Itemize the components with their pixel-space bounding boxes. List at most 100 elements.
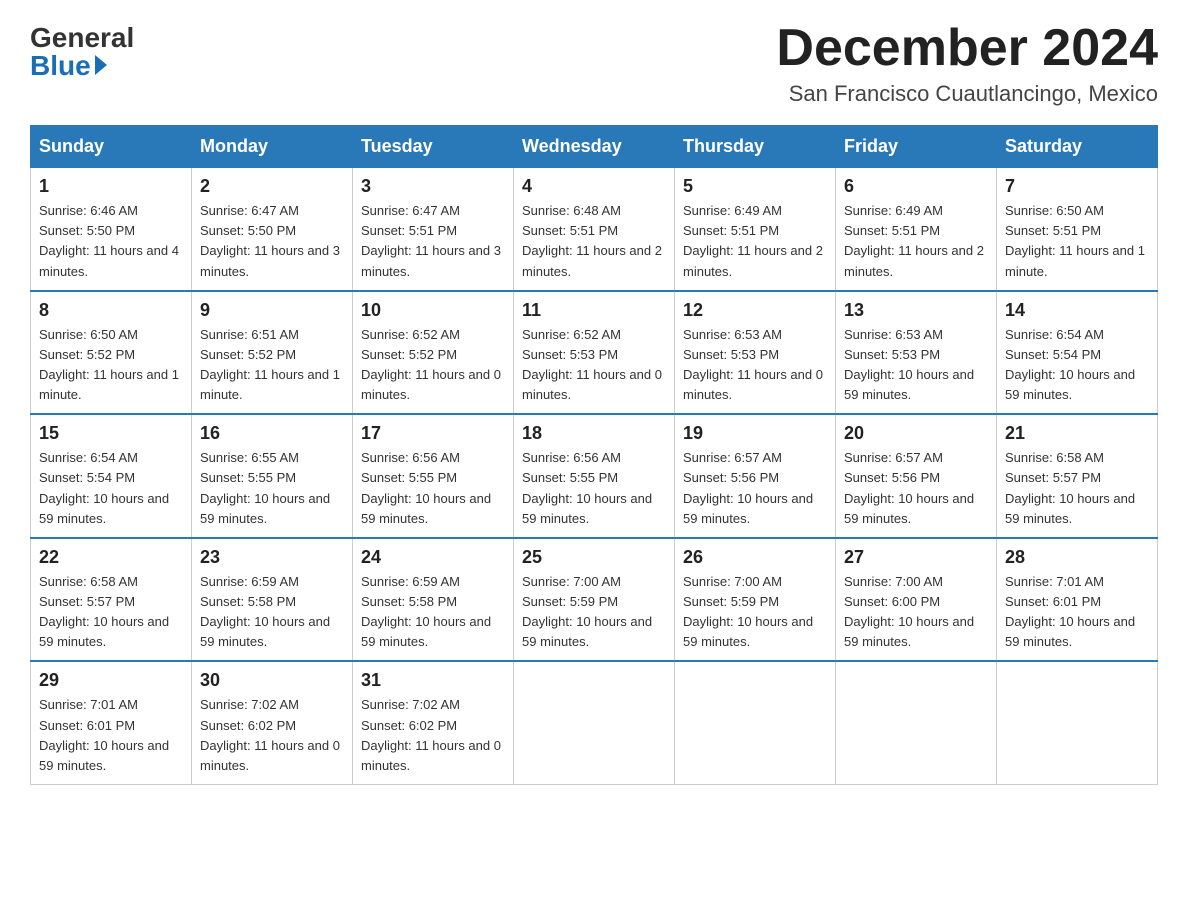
day-number: 21 bbox=[1005, 423, 1149, 444]
calendar-header-row: SundayMondayTuesdayWednesdayThursdayFrid… bbox=[31, 126, 1158, 168]
calendar-cell: 8 Sunrise: 6:50 AMSunset: 5:52 PMDayligh… bbox=[31, 291, 192, 415]
day-number: 3 bbox=[361, 176, 505, 197]
day-number: 31 bbox=[361, 670, 505, 691]
calendar-cell: 23 Sunrise: 6:59 AMSunset: 5:58 PMDaylig… bbox=[192, 538, 353, 662]
day-detail: Sunrise: 6:47 AMSunset: 5:51 PMDaylight:… bbox=[361, 201, 505, 282]
day-number: 14 bbox=[1005, 300, 1149, 321]
day-detail: Sunrise: 6:59 AMSunset: 5:58 PMDaylight:… bbox=[361, 572, 505, 653]
calendar-cell: 17 Sunrise: 6:56 AMSunset: 5:55 PMDaylig… bbox=[353, 414, 514, 538]
location-subtitle: San Francisco Cuautlancingo, Mexico bbox=[776, 81, 1158, 107]
day-number: 29 bbox=[39, 670, 183, 691]
day-number: 24 bbox=[361, 547, 505, 568]
day-number: 11 bbox=[522, 300, 666, 321]
day-number: 17 bbox=[361, 423, 505, 444]
calendar-cell: 5 Sunrise: 6:49 AMSunset: 5:51 PMDayligh… bbox=[675, 168, 836, 291]
day-number: 25 bbox=[522, 547, 666, 568]
calendar-table: SundayMondayTuesdayWednesdayThursdayFrid… bbox=[30, 125, 1158, 785]
calendar-cell: 9 Sunrise: 6:51 AMSunset: 5:52 PMDayligh… bbox=[192, 291, 353, 415]
day-number: 6 bbox=[844, 176, 988, 197]
logo-arrow-icon bbox=[95, 55, 107, 75]
calendar-cell: 12 Sunrise: 6:53 AMSunset: 5:53 PMDaylig… bbox=[675, 291, 836, 415]
calendar-week-5: 29 Sunrise: 7:01 AMSunset: 6:01 PMDaylig… bbox=[31, 661, 1158, 784]
day-number: 18 bbox=[522, 423, 666, 444]
day-detail: Sunrise: 6:54 AMSunset: 5:54 PMDaylight:… bbox=[1005, 325, 1149, 406]
day-detail: Sunrise: 6:53 AMSunset: 5:53 PMDaylight:… bbox=[844, 325, 988, 406]
day-number: 26 bbox=[683, 547, 827, 568]
calendar-week-1: 1 Sunrise: 6:46 AMSunset: 5:50 PMDayligh… bbox=[31, 168, 1158, 291]
day-number: 27 bbox=[844, 547, 988, 568]
day-detail: Sunrise: 6:58 AMSunset: 5:57 PMDaylight:… bbox=[1005, 448, 1149, 529]
calendar-cell: 30 Sunrise: 7:02 AMSunset: 6:02 PMDaylig… bbox=[192, 661, 353, 784]
calendar-cell: 28 Sunrise: 7:01 AMSunset: 6:01 PMDaylig… bbox=[997, 538, 1158, 662]
day-detail: Sunrise: 7:00 AMSunset: 5:59 PMDaylight:… bbox=[683, 572, 827, 653]
day-header-friday: Friday bbox=[836, 126, 997, 168]
calendar-cell: 11 Sunrise: 6:52 AMSunset: 5:53 PMDaylig… bbox=[514, 291, 675, 415]
calendar-cell: 14 Sunrise: 6:54 AMSunset: 5:54 PMDaylig… bbox=[997, 291, 1158, 415]
calendar-cell: 10 Sunrise: 6:52 AMSunset: 5:52 PMDaylig… bbox=[353, 291, 514, 415]
logo-blue-text: Blue bbox=[30, 52, 91, 80]
calendar-week-3: 15 Sunrise: 6:54 AMSunset: 5:54 PMDaylig… bbox=[31, 414, 1158, 538]
day-number: 12 bbox=[683, 300, 827, 321]
calendar-cell: 29 Sunrise: 7:01 AMSunset: 6:01 PMDaylig… bbox=[31, 661, 192, 784]
day-number: 4 bbox=[522, 176, 666, 197]
day-number: 22 bbox=[39, 547, 183, 568]
calendar-cell bbox=[675, 661, 836, 784]
day-number: 30 bbox=[200, 670, 344, 691]
page-header: General Blue December 2024 San Francisco… bbox=[30, 20, 1158, 107]
day-header-sunday: Sunday bbox=[31, 126, 192, 168]
day-detail: Sunrise: 6:56 AMSunset: 5:55 PMDaylight:… bbox=[361, 448, 505, 529]
day-header-thursday: Thursday bbox=[675, 126, 836, 168]
day-detail: Sunrise: 6:54 AMSunset: 5:54 PMDaylight:… bbox=[39, 448, 183, 529]
calendar-cell bbox=[514, 661, 675, 784]
day-number: 13 bbox=[844, 300, 988, 321]
day-detail: Sunrise: 6:56 AMSunset: 5:55 PMDaylight:… bbox=[522, 448, 666, 529]
calendar-cell: 20 Sunrise: 6:57 AMSunset: 5:56 PMDaylig… bbox=[836, 414, 997, 538]
calendar-cell: 16 Sunrise: 6:55 AMSunset: 5:55 PMDaylig… bbox=[192, 414, 353, 538]
logo: General Blue bbox=[30, 20, 134, 80]
day-number: 23 bbox=[200, 547, 344, 568]
day-number: 7 bbox=[1005, 176, 1149, 197]
day-header-wednesday: Wednesday bbox=[514, 126, 675, 168]
calendar-cell: 31 Sunrise: 7:02 AMSunset: 6:02 PMDaylig… bbox=[353, 661, 514, 784]
calendar-cell: 13 Sunrise: 6:53 AMSunset: 5:53 PMDaylig… bbox=[836, 291, 997, 415]
calendar-cell: 3 Sunrise: 6:47 AMSunset: 5:51 PMDayligh… bbox=[353, 168, 514, 291]
day-number: 16 bbox=[200, 423, 344, 444]
day-detail: Sunrise: 6:49 AMSunset: 5:51 PMDaylight:… bbox=[683, 201, 827, 282]
calendar-week-4: 22 Sunrise: 6:58 AMSunset: 5:57 PMDaylig… bbox=[31, 538, 1158, 662]
month-year-title: December 2024 bbox=[776, 20, 1158, 77]
calendar-cell: 2 Sunrise: 6:47 AMSunset: 5:50 PMDayligh… bbox=[192, 168, 353, 291]
day-detail: Sunrise: 6:46 AMSunset: 5:50 PMDaylight:… bbox=[39, 201, 183, 282]
calendar-cell: 4 Sunrise: 6:48 AMSunset: 5:51 PMDayligh… bbox=[514, 168, 675, 291]
day-header-saturday: Saturday bbox=[997, 126, 1158, 168]
day-detail: Sunrise: 7:02 AMSunset: 6:02 PMDaylight:… bbox=[200, 695, 344, 776]
day-detail: Sunrise: 7:00 AMSunset: 5:59 PMDaylight:… bbox=[522, 572, 666, 653]
day-detail: Sunrise: 6:53 AMSunset: 5:53 PMDaylight:… bbox=[683, 325, 827, 406]
calendar-cell: 7 Sunrise: 6:50 AMSunset: 5:51 PMDayligh… bbox=[997, 168, 1158, 291]
calendar-cell: 26 Sunrise: 7:00 AMSunset: 5:59 PMDaylig… bbox=[675, 538, 836, 662]
logo-general-text: General bbox=[30, 24, 134, 52]
title-section: December 2024 San Francisco Cuautlancing… bbox=[776, 20, 1158, 107]
calendar-week-2: 8 Sunrise: 6:50 AMSunset: 5:52 PMDayligh… bbox=[31, 291, 1158, 415]
day-detail: Sunrise: 6:59 AMSunset: 5:58 PMDaylight:… bbox=[200, 572, 344, 653]
day-detail: Sunrise: 6:50 AMSunset: 5:52 PMDaylight:… bbox=[39, 325, 183, 406]
calendar-cell: 1 Sunrise: 6:46 AMSunset: 5:50 PMDayligh… bbox=[31, 168, 192, 291]
day-detail: Sunrise: 7:02 AMSunset: 6:02 PMDaylight:… bbox=[361, 695, 505, 776]
day-detail: Sunrise: 7:01 AMSunset: 6:01 PMDaylight:… bbox=[1005, 572, 1149, 653]
calendar-cell: 15 Sunrise: 6:54 AMSunset: 5:54 PMDaylig… bbox=[31, 414, 192, 538]
day-number: 19 bbox=[683, 423, 827, 444]
day-detail: Sunrise: 6:52 AMSunset: 5:53 PMDaylight:… bbox=[522, 325, 666, 406]
day-detail: Sunrise: 7:00 AMSunset: 6:00 PMDaylight:… bbox=[844, 572, 988, 653]
day-detail: Sunrise: 6:57 AMSunset: 5:56 PMDaylight:… bbox=[844, 448, 988, 529]
calendar-cell: 24 Sunrise: 6:59 AMSunset: 5:58 PMDaylig… bbox=[353, 538, 514, 662]
calendar-cell: 19 Sunrise: 6:57 AMSunset: 5:56 PMDaylig… bbox=[675, 414, 836, 538]
day-detail: Sunrise: 6:58 AMSunset: 5:57 PMDaylight:… bbox=[39, 572, 183, 653]
day-number: 8 bbox=[39, 300, 183, 321]
day-number: 1 bbox=[39, 176, 183, 197]
day-detail: Sunrise: 6:50 AMSunset: 5:51 PMDaylight:… bbox=[1005, 201, 1149, 282]
day-detail: Sunrise: 7:01 AMSunset: 6:01 PMDaylight:… bbox=[39, 695, 183, 776]
day-number: 20 bbox=[844, 423, 988, 444]
day-detail: Sunrise: 6:48 AMSunset: 5:51 PMDaylight:… bbox=[522, 201, 666, 282]
day-number: 15 bbox=[39, 423, 183, 444]
day-number: 5 bbox=[683, 176, 827, 197]
day-number: 9 bbox=[200, 300, 344, 321]
